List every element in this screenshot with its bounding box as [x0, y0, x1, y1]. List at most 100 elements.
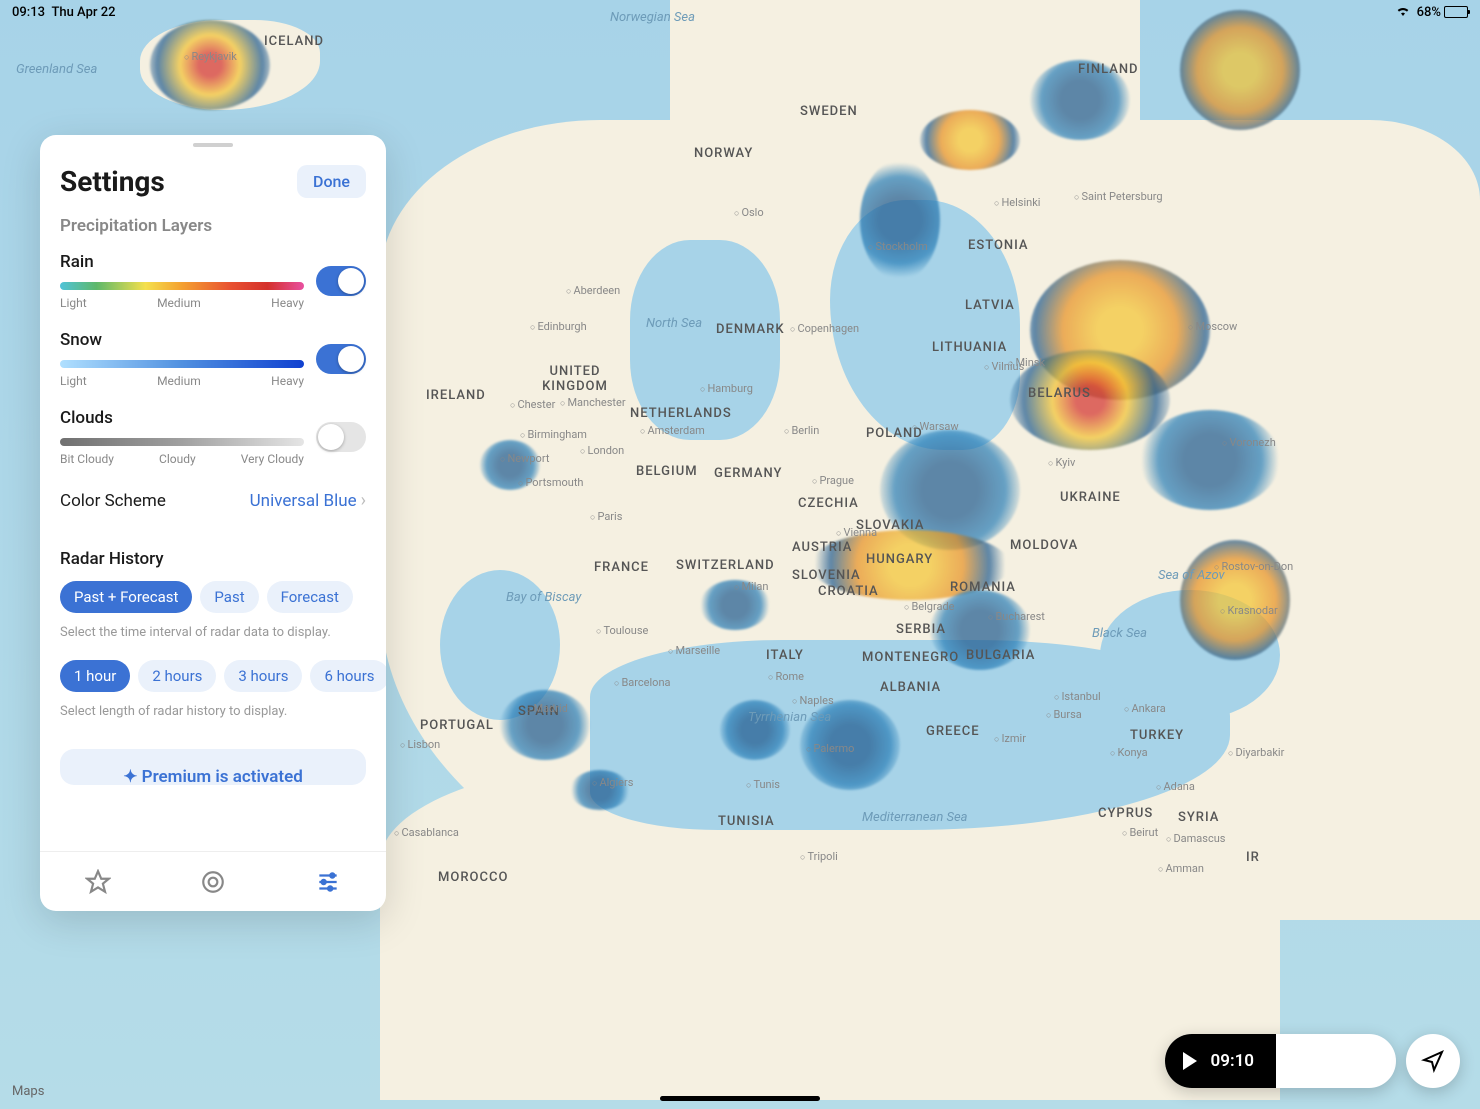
- country-label: AUSTRIA: [792, 540, 852, 555]
- gradient-labels: LightMediumHeavy: [60, 296, 304, 310]
- done-button[interactable]: Done: [297, 165, 366, 198]
- city-label: Tunis: [746, 778, 780, 791]
- city-label: Helsinki: [994, 196, 1040, 209]
- locate-button[interactable]: [1406, 1034, 1460, 1088]
- status-bar: 09:13 Thu Apr 22 68%: [0, 0, 1480, 24]
- country-label: ITALY: [766, 648, 804, 663]
- radar-mode-chip[interactable]: Past: [200, 581, 258, 613]
- radar-duration-chip[interactable]: 3 hours: [224, 660, 302, 692]
- color-scheme-row[interactable]: Color Scheme Universal Blue ›: [40, 476, 386, 525]
- radar-mode-chip[interactable]: Past + Forecast: [60, 581, 192, 613]
- city-label: Copenhagen: [790, 322, 859, 335]
- layer-label: Rain: [60, 252, 304, 272]
- country-label: LATVIA: [965, 298, 1015, 313]
- radar-mode-help: Select the time interval of radar data t…: [40, 621, 386, 652]
- city-label: Kyiv: [1048, 456, 1075, 469]
- sea-label: Tyrrhenian Sea: [748, 710, 831, 725]
- city-label: Prague: [812, 474, 854, 487]
- clouds-gradient: [60, 438, 304, 446]
- battery-indicator: 68%: [1417, 5, 1468, 20]
- country-label: NETHERLANDS: [630, 406, 732, 421]
- radar-tab[interactable]: [155, 852, 270, 911]
- radar-duration-chip[interactable]: 6 hours: [310, 660, 386, 692]
- sea-label: Sea of Azov: [1158, 568, 1225, 583]
- city-label: Damascus: [1166, 832, 1225, 845]
- playback-track[interactable]: [1276, 1034, 1396, 1088]
- country-label: ROMANIA: [950, 580, 1016, 595]
- radar-duration-chip[interactable]: 1 hour: [60, 660, 130, 692]
- layer-label: Snow: [60, 330, 304, 350]
- settings-tab[interactable]: [271, 852, 386, 911]
- country-label: SWEDEN: [800, 104, 858, 119]
- country-label: ESTONIA: [968, 238, 1029, 253]
- city-label: Krasnodar: [1220, 604, 1278, 617]
- city-label: Adana: [1156, 780, 1195, 793]
- city-label: Oslo: [734, 206, 764, 219]
- panel-title: Settings: [60, 165, 165, 198]
- country-label: SERBIA: [896, 622, 946, 637]
- playback-controls: 09:10: [1165, 1034, 1460, 1088]
- country-label: FINLAND: [1078, 62, 1139, 77]
- status-time-date: 09:13 Thu Apr 22: [12, 5, 115, 20]
- city-label: Lisbon: [400, 738, 440, 751]
- map-attribution: Maps: [12, 1084, 44, 1099]
- city-label: Konya: [1110, 746, 1148, 759]
- play-icon: [1183, 1052, 1197, 1070]
- country-label: MONTENEGRO: [862, 650, 959, 665]
- city-label: Amman: [1158, 862, 1204, 875]
- playback-pill[interactable]: 09:10: [1165, 1034, 1396, 1088]
- premium-card[interactable]: ✦ Premium is activated: [60, 749, 366, 785]
- radar-mode-chips: Past + ForecastPast Forecast: [40, 573, 386, 621]
- city-label: Bursa: [1046, 708, 1082, 721]
- city-label: Belgrade: [904, 600, 955, 613]
- gradient-labels: LightMediumHeavy: [60, 374, 304, 388]
- country-label: FRANCE: [594, 560, 649, 575]
- color-scheme-label: Color Scheme: [60, 491, 166, 511]
- city-label: Birmingham: [520, 428, 587, 441]
- snow-gradient: [60, 360, 304, 368]
- sea-label: Greenland Sea: [16, 62, 97, 77]
- snow-toggle[interactable]: [316, 344, 366, 374]
- country-label: MOROCCO: [438, 870, 508, 885]
- sparkle-icon: ✦: [123, 767, 141, 785]
- city-label: Naples: [792, 694, 834, 707]
- city-label: Portsmouth: [518, 476, 584, 489]
- country-label: MOLDOVA: [1010, 538, 1078, 553]
- city-label: Voronezh: [1222, 436, 1276, 449]
- country-label: LITHUANIA: [932, 340, 1007, 355]
- sea-label: Black Sea: [1092, 626, 1147, 641]
- city-label: Ankara: [1124, 702, 1166, 715]
- section-title-precip: Precipitation Layers: [40, 198, 386, 242]
- country-label: DENMARK: [716, 322, 785, 337]
- clouds-toggle[interactable]: [316, 422, 366, 452]
- sea-label: North Sea: [646, 316, 702, 331]
- sea-label: Bay of Biscay: [506, 590, 581, 605]
- city-label: Bucharest: [988, 610, 1045, 623]
- country-label: CYPRUS: [1098, 806, 1153, 821]
- city-label: Amsterdam: [640, 424, 705, 437]
- city-label: Newport: [500, 452, 549, 465]
- home-indicator[interactable]: [660, 1096, 820, 1101]
- color-scheme-value: Universal Blue ›: [250, 490, 366, 511]
- city-label: Toulouse: [596, 624, 648, 637]
- country-label: ICELAND: [264, 34, 324, 49]
- wifi-icon: [1395, 4, 1411, 20]
- city-label: Stockholm: [868, 240, 928, 253]
- city-label: Edinburgh: [530, 320, 587, 333]
- country-label: SLOVENIA: [792, 568, 861, 583]
- layer-label: Clouds: [60, 408, 304, 428]
- country-label: CZECHIA: [798, 496, 859, 511]
- city-label: Istanbul: [1054, 690, 1101, 703]
- city-label: Madrid: [526, 702, 568, 715]
- bottom-tabs: [40, 851, 386, 911]
- radar-duration-chip[interactable]: 2 hours: [138, 660, 216, 692]
- chevron-right-icon: ›: [361, 490, 366, 511]
- country-label: IRELAND: [426, 388, 486, 403]
- rain-toggle[interactable]: [316, 266, 366, 296]
- city-label: Palermo: [806, 742, 854, 755]
- city-label: Marseille: [668, 644, 720, 657]
- layer-rain: Rain LightMediumHeavy: [40, 242, 386, 320]
- favorites-tab[interactable]: [40, 852, 155, 911]
- radar-mode-chip[interactable]: Forecast: [267, 581, 353, 613]
- drag-handle[interactable]: [193, 143, 233, 147]
